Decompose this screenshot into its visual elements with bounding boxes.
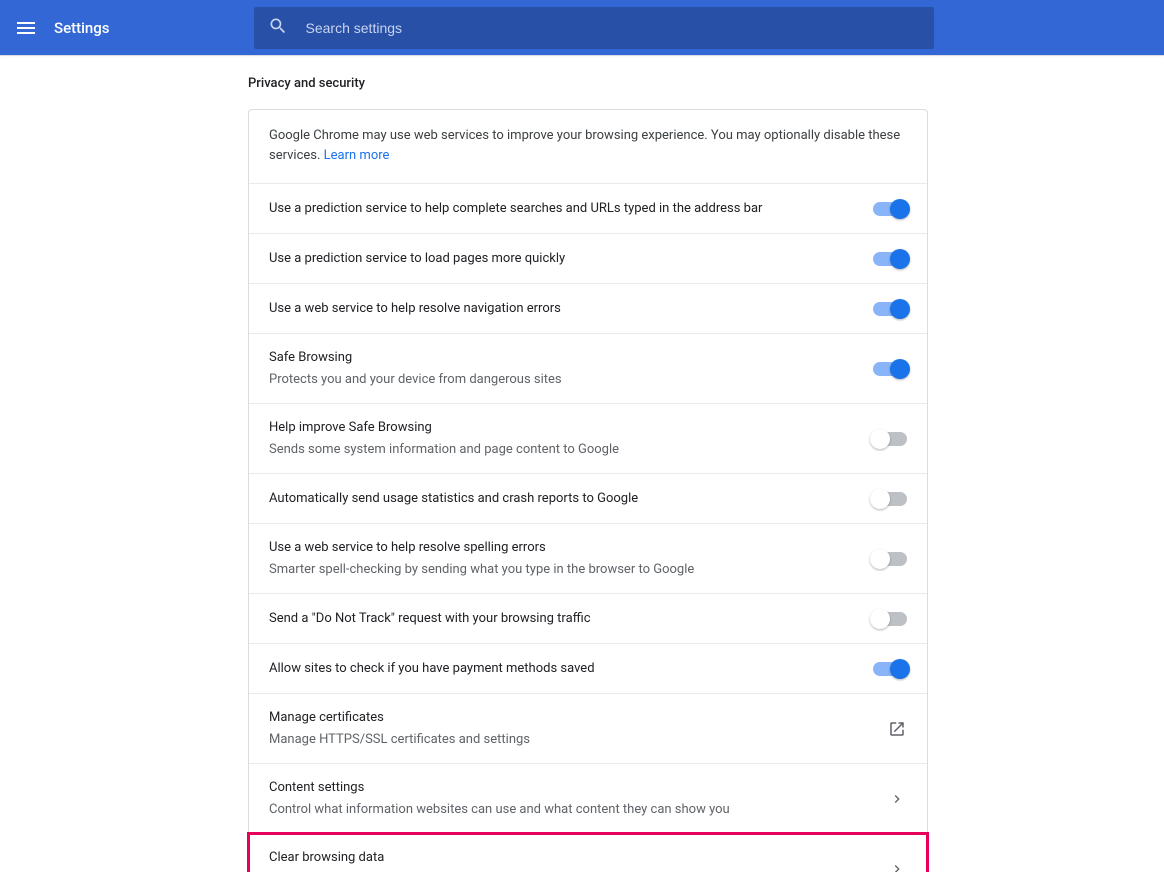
row-text: Use a web service to help resolve spelli… <box>269 538 873 579</box>
row-primary-label: Use a web service to help resolve naviga… <box>269 299 857 319</box>
settings-row-clear-browsing-data[interactable]: Clear browsing dataClear history, cookie… <box>249 834 927 872</box>
settings-row-prediction-address-bar: Use a prediction service to help complet… <box>249 184 927 234</box>
toggle-knob <box>890 249 910 269</box>
chevron-right-icon <box>887 859 907 872</box>
toggle-navigation-errors[interactable] <box>873 302 907 316</box>
row-tail <box>873 252 907 266</box>
row-text: Safe BrowsingProtects you and your devic… <box>269 348 873 389</box>
row-text: Help improve Safe BrowsingSends some sys… <box>269 418 873 459</box>
row-primary-label: Help improve Safe Browsing <box>269 418 857 438</box>
settings-row-improve-safe-browsing: Help improve Safe BrowsingSends some sys… <box>249 404 927 474</box>
toggle-improve-safe-browsing[interactable] <box>873 432 907 446</box>
row-tail <box>873 302 907 316</box>
row-text: Automatically send usage statistics and … <box>269 489 873 509</box>
row-text: Use a prediction service to help complet… <box>269 199 873 219</box>
toggle-safe-browsing[interactable] <box>873 362 907 376</box>
row-secondary-label: Manage HTTPS/SSL certificates and settin… <box>269 730 871 750</box>
row-primary-label: Clear browsing data <box>269 848 871 868</box>
toggle-knob <box>890 359 910 379</box>
page-title: Settings <box>54 19 110 37</box>
open-external-icon <box>887 719 907 739</box>
settings-row-usage-stats: Automatically send usage statistics and … <box>249 474 927 524</box>
row-tail <box>887 859 907 872</box>
row-text: Content settingsControl what information… <box>269 778 887 819</box>
toggle-spelling-errors[interactable] <box>873 552 907 566</box>
row-tail <box>887 719 907 739</box>
section-title: Privacy and security <box>248 76 365 91</box>
toggle-knob <box>890 659 910 679</box>
row-tail <box>873 662 907 676</box>
toggle-knob <box>890 299 910 319</box>
toggle-knob <box>870 549 890 569</box>
toggle-knob <box>870 429 890 449</box>
toggle-do-not-track[interactable] <box>873 612 907 626</box>
row-primary-label: Use a prediction service to load pages m… <box>269 249 857 269</box>
app-header: Settings <box>0 0 1164 55</box>
settings-row-safe-browsing: Safe BrowsingProtects you and your devic… <box>249 334 927 404</box>
search-icon <box>268 16 288 40</box>
row-secondary-label: Smarter spell-checking by sending what y… <box>269 560 857 580</box>
search-input[interactable] <box>306 20 920 36</box>
settings-row-payment-check: Allow sites to check if you have payment… <box>249 644 927 694</box>
toggle-knob <box>890 199 910 219</box>
settings-row-manage-certificates[interactable]: Manage certificatesManage HTTPS/SSL cert… <box>249 694 927 764</box>
settings-row-do-not-track: Send a "Do Not Track" request with your … <box>249 594 927 644</box>
settings-card: Google Chrome may use web services to im… <box>248 109 928 872</box>
row-primary-label: Automatically send usage statistics and … <box>269 489 857 509</box>
settings-row-spelling-errors: Use a web service to help resolve spelli… <box>249 524 927 594</box>
section-intro: Google Chrome may use web services to im… <box>249 110 927 184</box>
row-text: Use a web service to help resolve naviga… <box>269 299 873 319</box>
row-primary-label: Safe Browsing <box>269 348 857 368</box>
row-tail <box>873 492 907 506</box>
toggle-knob <box>870 609 890 629</box>
menu-icon[interactable] <box>14 16 38 40</box>
row-secondary-label: Control what information websites can us… <box>269 800 871 820</box>
row-primary-label: Content settings <box>269 778 871 798</box>
row-text: Send a "Do Not Track" request with your … <box>269 609 873 629</box>
chevron-right-icon <box>887 789 907 809</box>
toggle-prediction-preload[interactable] <box>873 252 907 266</box>
row-tail <box>873 552 907 566</box>
settings-row-prediction-preload: Use a prediction service to load pages m… <box>249 234 927 284</box>
row-tail <box>873 432 907 446</box>
row-text: Clear browsing dataClear history, cookie… <box>269 848 887 872</box>
toggle-prediction-address-bar[interactable] <box>873 202 907 216</box>
row-primary-label: Send a "Do Not Track" request with your … <box>269 609 857 629</box>
search-settings[interactable] <box>254 7 934 49</box>
row-text: Allow sites to check if you have payment… <box>269 659 873 679</box>
row-text: Manage certificatesManage HTTPS/SSL cert… <box>269 708 887 749</box>
row-secondary-label: Protects you and your device from danger… <box>269 370 857 390</box>
row-tail <box>873 202 907 216</box>
row-primary-label: Use a prediction service to help complet… <box>269 199 857 219</box>
row-tail <box>887 789 907 809</box>
row-tail <box>873 612 907 626</box>
toggle-usage-stats[interactable] <box>873 492 907 506</box>
content-area: Privacy and security Google Chrome may u… <box>0 56 1164 872</box>
settings-row-content-settings[interactable]: Content settingsControl what information… <box>249 764 927 834</box>
learn-more-link[interactable]: Learn more <box>324 148 390 163</box>
row-primary-label: Manage certificates <box>269 708 871 728</box>
toggle-knob <box>870 489 890 509</box>
row-text: Use a prediction service to load pages m… <box>269 249 873 269</box>
row-tail <box>873 362 907 376</box>
row-secondary-label: Sends some system information and page c… <box>269 440 857 460</box>
row-primary-label: Allow sites to check if you have payment… <box>269 659 857 679</box>
toggle-payment-check[interactable] <box>873 662 907 676</box>
row-primary-label: Use a web service to help resolve spelli… <box>269 538 857 558</box>
settings-row-navigation-errors: Use a web service to help resolve naviga… <box>249 284 927 334</box>
